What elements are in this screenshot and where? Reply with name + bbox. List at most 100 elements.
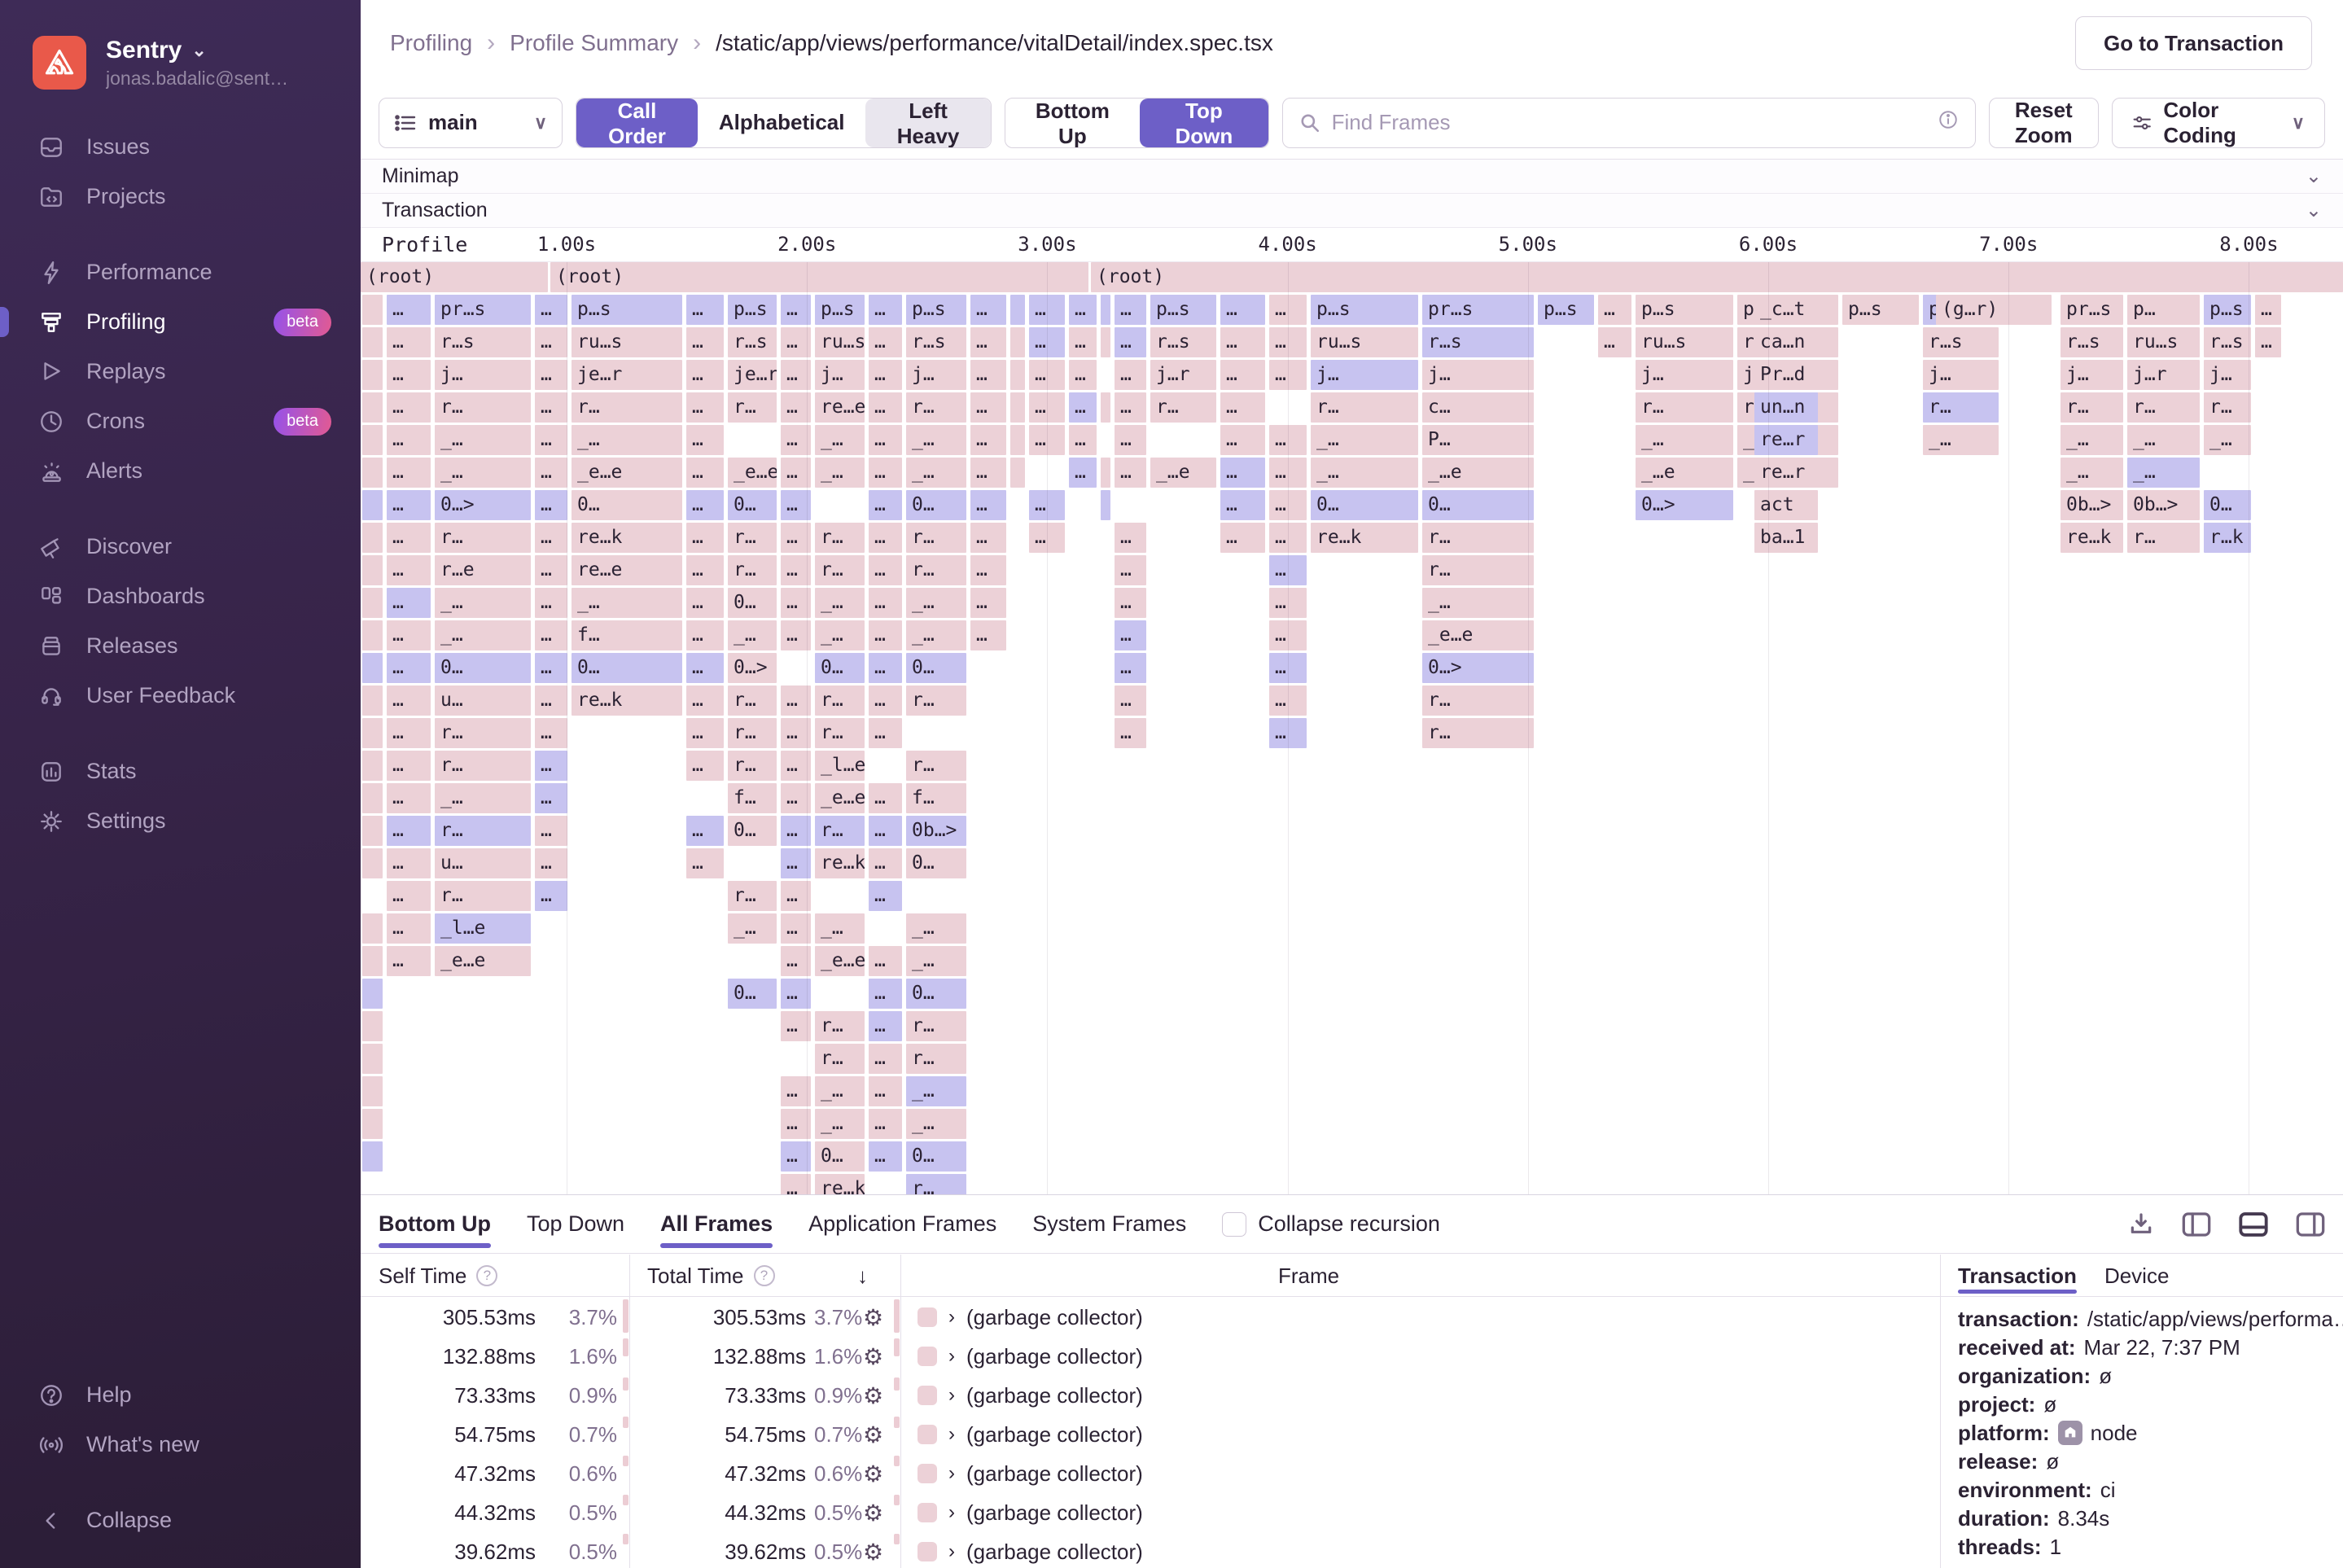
flame-frame[interactable]: … xyxy=(970,523,1006,553)
flame-frame[interactable]: _e…e xyxy=(572,458,682,488)
flame-frame[interactable]: … xyxy=(781,620,811,650)
flame-frame[interactable] xyxy=(362,295,383,325)
flame-frame[interactable]: f… xyxy=(728,783,777,813)
minimap-section[interactable]: Minimap ⌄ xyxy=(361,160,2343,194)
flame-frame[interactable]: … xyxy=(869,653,902,683)
details-tab-transaction[interactable]: Transaction xyxy=(1958,1255,2077,1297)
flame-frame[interactable]: j… xyxy=(2061,360,2123,390)
flame-frame[interactable]: r… xyxy=(815,1044,865,1074)
flame-frame[interactable] xyxy=(362,848,383,878)
flame-frame[interactable]: 0b…> xyxy=(906,816,966,846)
flame-frame[interactable]: … xyxy=(535,523,567,553)
flame-frame[interactable]: j… xyxy=(815,360,865,390)
flame-frame[interactable]: r… xyxy=(906,392,966,423)
flame-frame[interactable]: … xyxy=(1069,360,1097,390)
flame-frame[interactable]: u… xyxy=(435,848,531,878)
expand-chevron-icon[interactable]: › xyxy=(948,1462,955,1485)
expand-chevron-icon[interactable]: › xyxy=(948,1501,955,1524)
sort-arrow-icon[interactable]: ↓ xyxy=(857,1255,868,1297)
flame-frame[interactable]: _… xyxy=(815,1109,865,1139)
flame-frame[interactable]: _… xyxy=(906,946,966,976)
flame-frame[interactable]: r… xyxy=(906,1044,966,1074)
flame-frame[interactable]: … xyxy=(781,685,811,716)
gear-icon[interactable]: ⚙ xyxy=(863,1337,883,1376)
flame-frame[interactable]: … xyxy=(535,360,567,390)
flame-frame[interactable]: … xyxy=(1115,653,1146,683)
flame-frame[interactable]: _… xyxy=(906,620,966,650)
expand-chevron-icon[interactable]: › xyxy=(948,1423,955,1446)
flame-frame[interactable] xyxy=(1101,392,1110,423)
sidebar-item-profiling[interactable]: Profilingbeta xyxy=(0,297,361,347)
flame-frame[interactable]: … xyxy=(869,1044,902,1074)
flame-frame[interactable]: … xyxy=(387,327,431,357)
flame-frame[interactable]: p…s xyxy=(2204,295,2251,325)
flame-frame[interactable]: _… xyxy=(435,425,531,455)
flame-frame[interactable]: _… xyxy=(1422,588,1534,618)
flame-frame[interactable]: … xyxy=(1269,490,1307,520)
sort-call-order[interactable]: Call Order xyxy=(576,99,698,147)
flame-frame[interactable]: … xyxy=(781,1109,811,1139)
flame-frame[interactable]: … xyxy=(1029,523,1065,553)
flame-frame[interactable]: … xyxy=(387,295,431,325)
flame-frame[interactable]: … xyxy=(1115,588,1146,618)
flame-frame[interactable]: r… xyxy=(728,523,777,553)
flame-frame[interactable]: j…r xyxy=(1150,360,1216,390)
flame-frame[interactable]: 0… xyxy=(728,490,777,520)
flame-frame[interactable]: _… xyxy=(815,620,865,650)
flame-frame[interactable]: r…s xyxy=(1150,327,1216,357)
flame-frame[interactable]: r… xyxy=(2127,523,2200,553)
flame-frame[interactable]: … xyxy=(869,1076,902,1106)
flame-frame[interactable]: … xyxy=(1029,327,1065,357)
flame-frame[interactable]: r… xyxy=(572,392,682,423)
find-frames-input[interactable]: Find Frames xyxy=(1282,98,1976,148)
flame-frame[interactable]: … xyxy=(387,881,431,911)
flame-frame[interactable]: … xyxy=(535,685,567,716)
flamegraph[interactable]: (root)(root)(root)………………………………………………………p… xyxy=(361,262,2343,1194)
sidebar-item-replays[interactable]: Replays xyxy=(0,347,361,396)
flame-frame[interactable]: … xyxy=(535,620,567,650)
flame-frame[interactable]: r… xyxy=(728,718,777,748)
flame-frame[interactable]: … xyxy=(535,327,567,357)
frame-cell[interactable]: ›(garbage collector) xyxy=(917,1337,1143,1376)
flame-frame[interactable]: … xyxy=(686,685,724,716)
flame-frame[interactable]: re…k xyxy=(1311,523,1418,553)
flame-frame[interactable]: … xyxy=(781,946,811,976)
flame-frame[interactable]: … xyxy=(1115,425,1146,455)
flame-frame[interactable]: _…e xyxy=(1422,458,1534,488)
flame-frame[interactable]: 0… xyxy=(906,848,966,878)
flame-frame[interactable]: … xyxy=(1115,523,1146,553)
flame-frame[interactable] xyxy=(1010,295,1025,325)
flame-frame[interactable]: _… xyxy=(815,458,865,488)
sidebar-item-alerts[interactable]: Alerts xyxy=(0,446,361,496)
flame-frame[interactable]: j… xyxy=(2204,360,2251,390)
flame-frame[interactable] xyxy=(362,718,383,748)
flame-frame[interactable]: … xyxy=(869,685,902,716)
flame-frame[interactable]: 0… xyxy=(1311,490,1418,520)
flame-frame[interactable]: re…e xyxy=(572,555,682,585)
flame-frame[interactable]: _… xyxy=(435,458,531,488)
flame-frame[interactable]: 0… xyxy=(906,653,966,683)
flame-frame[interactable]: … xyxy=(781,783,811,813)
flame-frame[interactable]: 0… xyxy=(906,1141,966,1172)
sidebar-item-crons[interactable]: Cronsbeta xyxy=(0,396,361,446)
flame-frame[interactable]: … xyxy=(686,588,724,618)
flame-frame[interactable]: 0…> xyxy=(435,490,531,520)
flame-frame[interactable]: _e…e xyxy=(435,946,531,976)
total-time-header[interactable]: Total Time? xyxy=(647,1255,775,1297)
flame-frame[interactable]: … xyxy=(1115,327,1146,357)
flame-frame[interactable] xyxy=(1010,458,1025,488)
flame-frame[interactable]: … xyxy=(781,327,811,357)
flame-frame[interactable]: r… xyxy=(435,523,531,553)
flame-frame[interactable]: … xyxy=(1115,295,1146,325)
flame-frame[interactable]: r… xyxy=(815,718,865,748)
flame-frame[interactable]: … xyxy=(1269,555,1307,585)
flame-frame[interactable]: _… xyxy=(906,1076,966,1106)
sidebar-item-discover[interactable]: Discover xyxy=(0,522,361,572)
flame-frame[interactable]: pr…s xyxy=(435,295,531,325)
tab-top-down[interactable]: Top Down xyxy=(527,1195,624,1253)
sidebar-item-stats[interactable]: Stats xyxy=(0,747,361,796)
flame-frame[interactable]: p…s xyxy=(1842,295,1919,325)
flame-frame[interactable]: j… xyxy=(1422,360,1534,390)
flame-frame[interactable]: … xyxy=(686,653,724,683)
flame-frame[interactable]: r… xyxy=(1923,392,1999,423)
